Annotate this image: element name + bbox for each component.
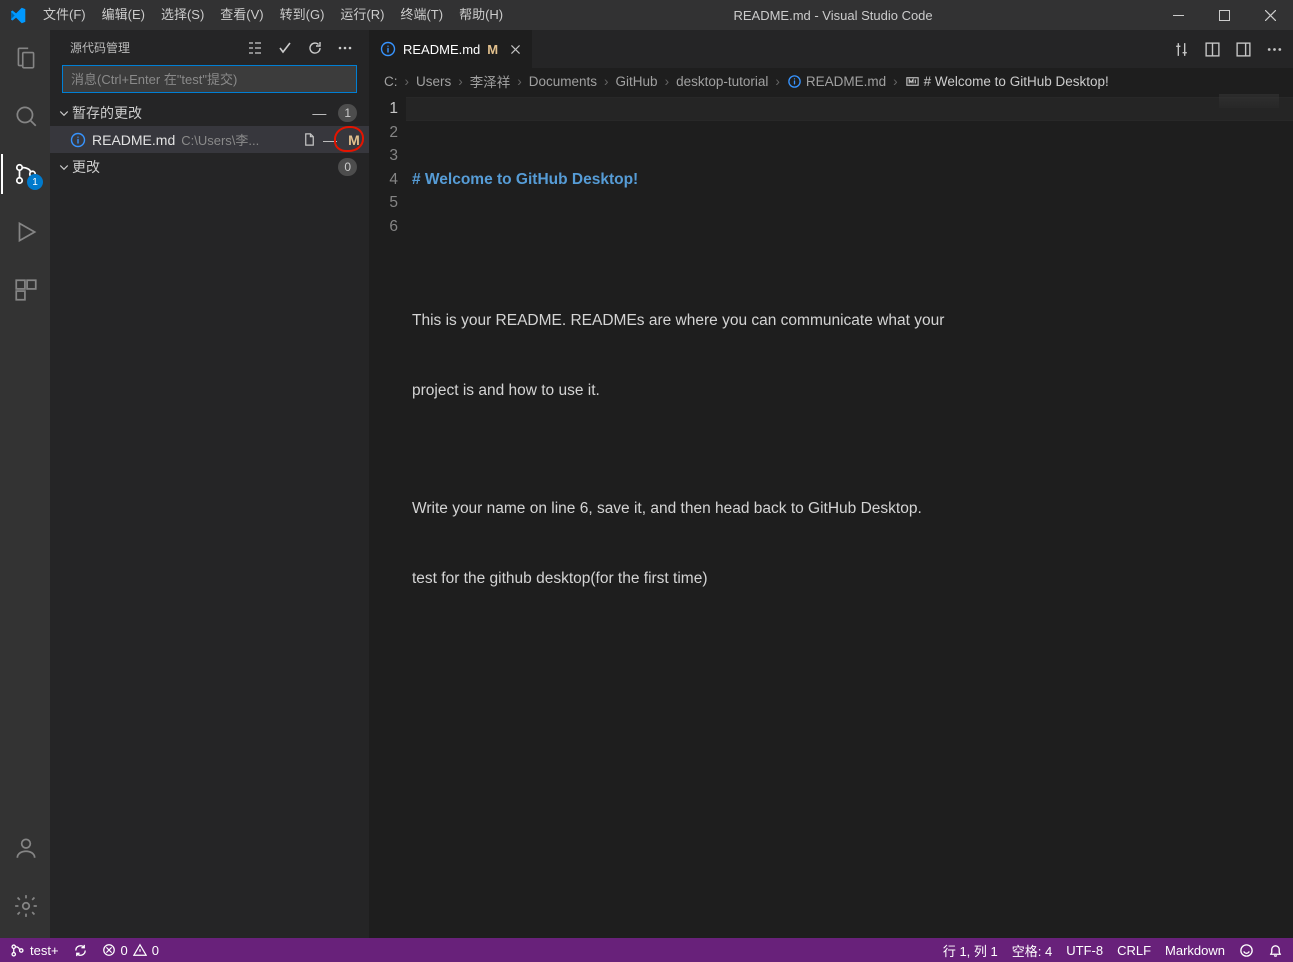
chevron-down-icon (56, 161, 72, 173)
vscode-logo-icon (0, 7, 35, 24)
activity-debug[interactable] (1, 212, 49, 252)
status-branch[interactable]: test+ (10, 943, 59, 958)
status-notifications-icon[interactable] (1268, 943, 1283, 958)
window-title: README.md - Visual Studio Code (511, 8, 1155, 23)
tab-readme[interactable]: README.md M (370, 30, 533, 68)
tab-modified: M (487, 42, 498, 57)
split-editor-icon[interactable] (1204, 41, 1221, 58)
bc-seg[interactable]: 李泽祥 (470, 71, 511, 91)
status-feedback-icon[interactable] (1239, 943, 1254, 958)
changes-header[interactable]: 更改 0 (50, 153, 369, 180)
menu-run[interactable]: 运行(R) (332, 0, 392, 30)
status-encoding[interactable]: UTF-8 (1066, 943, 1103, 958)
info-icon (787, 74, 802, 89)
more-icon[interactable] (337, 40, 353, 56)
commit-icon[interactable] (277, 40, 293, 56)
info-icon (70, 132, 86, 148)
scm-badge: 1 (27, 174, 43, 190)
bc-seg[interactable]: Users (416, 74, 451, 89)
close-tab-icon[interactable] (509, 43, 522, 56)
status-spaces[interactable]: 空格: 4 (1012, 941, 1052, 960)
scm-sidebar: 源代码管理 暂存的更改 — 1 README.md C (50, 30, 370, 938)
activity-scm[interactable]: 1 (1, 154, 49, 194)
activity-explorer[interactable] (1, 38, 49, 78)
activity-account[interactable] (1, 828, 49, 868)
menu-file[interactable]: 文件(F) (35, 0, 94, 30)
bc-seg[interactable]: C: (384, 74, 398, 89)
menu-view[interactable]: 查看(V) (212, 0, 271, 30)
changes-label: 更改 (72, 157, 332, 177)
breadcrumbs[interactable]: C:› Users› 李泽祥› Documents› GitHub› deskt… (370, 68, 1293, 94)
bc-seg[interactable]: README.md (806, 74, 886, 89)
bc-seg[interactable]: desktop-tutorial (676, 74, 768, 89)
code-content[interactable]: # Welcome to GitHub Desktop! This is you… (412, 94, 1293, 938)
bc-symbol[interactable]: # Welcome to GitHub Desktop! (924, 74, 1109, 89)
code-line-6: test for the github desktop(for the firs… (412, 567, 1293, 591)
activity-settings[interactable] (1, 886, 49, 926)
file-status: M (347, 132, 361, 148)
minimize-button[interactable] (1155, 0, 1201, 30)
status-cursor[interactable]: 行 1, 列 1 (943, 941, 998, 960)
compare-changes-icon[interactable] (1173, 41, 1190, 58)
line-gutter: 1 2 3 4 5 6 (370, 94, 412, 938)
activity-bar: 1 (0, 30, 50, 938)
symbol-text-icon (905, 74, 920, 89)
code-line-1: # Welcome to GitHub Desktop! (412, 171, 638, 188)
staged-changes-header[interactable]: 暂存的更改 — 1 (50, 99, 369, 126)
menu-selection[interactable]: 选择(S) (153, 0, 212, 30)
file-name: README.md (92, 132, 175, 148)
close-button[interactable] (1247, 0, 1293, 30)
file-path: C:\Users\李... (181, 130, 302, 149)
scm-header: 源代码管理 (50, 30, 369, 65)
menu-edit[interactable]: 编辑(E) (94, 0, 153, 30)
maximize-button[interactable] (1201, 0, 1247, 30)
activity-search[interactable] (1, 96, 49, 136)
menu-help[interactable]: 帮助(H) (451, 0, 511, 30)
code-line-5: Write your name on line 6, save it, and … (412, 497, 1293, 521)
status-sync[interactable] (73, 943, 88, 958)
info-icon (380, 41, 396, 57)
unstage-all-icon[interactable]: — (312, 105, 326, 121)
staged-file-row[interactable]: README.md C:\Users\李... — M (50, 126, 369, 153)
code-line-3a: This is your README. READMEs are where y… (412, 309, 1293, 333)
menu-go[interactable]: 转到(G) (272, 0, 333, 30)
view-tree-icon[interactable] (247, 40, 263, 56)
bc-seg[interactable]: GitHub (616, 74, 658, 89)
editor-tabs: README.md M (370, 30, 1293, 68)
window-controls (1155, 0, 1293, 30)
chevron-down-icon (56, 107, 72, 119)
more-actions-icon[interactable] (1266, 41, 1283, 58)
editor-area: README.md M C:› Users› 李泽祥› Documents› G… (370, 30, 1293, 938)
menu-terminal[interactable]: 终端(T) (392, 0, 451, 30)
status-eol[interactable]: CRLF (1117, 943, 1151, 958)
split-editor-right-icon[interactable] (1235, 41, 1252, 58)
minimap[interactable] (1219, 94, 1279, 108)
code-editor[interactable]: 1 2 3 4 5 6 # Welcome to GitHub Desktop!… (370, 94, 1293, 938)
scm-title: 源代码管理 (70, 39, 130, 56)
status-bar: test+ 0 0 行 1, 列 1 空格: 4 UTF-8 CRLF Mark… (0, 938, 1293, 962)
menu-bar: 文件(F) 编辑(E) 选择(S) 查看(V) 转到(G) 运行(R) 终端(T… (35, 0, 511, 30)
status-language[interactable]: Markdown (1165, 943, 1225, 958)
refresh-icon[interactable] (307, 40, 323, 56)
staged-count: 1 (338, 104, 357, 122)
tab-label: README.md (403, 42, 480, 57)
bc-seg[interactable]: Documents (529, 74, 597, 89)
open-file-icon[interactable] (302, 132, 317, 147)
unstage-icon[interactable]: — (323, 132, 337, 148)
code-line-3b: project is and how to use it. (412, 379, 1293, 403)
staged-label: 暂存的更改 (72, 103, 312, 123)
status-problems[interactable]: 0 0 (102, 943, 159, 958)
title-bar: 文件(F) 编辑(E) 选择(S) 查看(V) 转到(G) 运行(R) 终端(T… (0, 0, 1293, 30)
activity-extensions[interactable] (1, 270, 49, 310)
changes-count: 0 (338, 158, 357, 176)
commit-message-input[interactable] (62, 65, 357, 93)
